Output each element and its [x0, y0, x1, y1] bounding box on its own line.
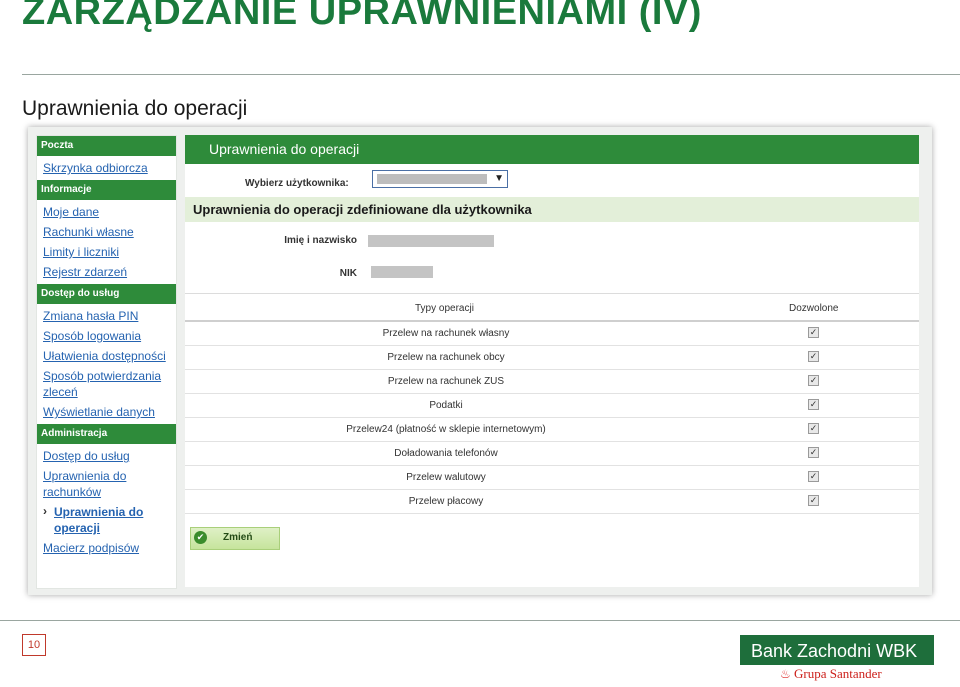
sidebar-item[interactable]: Limity i liczniki — [37, 244, 176, 260]
table-row: Przelew na rachunek własny ✓ — [185, 321, 919, 346]
operation-type: Podatki — [429, 400, 463, 411]
allowed-checkbox[interactable]: ✓ — [808, 375, 819, 386]
table-row: Przelew płacowy ✓ — [185, 489, 919, 514]
name-value — [368, 235, 494, 247]
slide-title: ZARZĄDZANIE UPRAWNIENIAMI (IV) — [22, 0, 702, 33]
table-row: Przelew walutowy ✓ — [185, 465, 919, 490]
nik-value — [371, 266, 433, 278]
operation-type: Przelew24 (płatność w sklepie internetow… — [346, 424, 546, 435]
sidebar-item[interactable]: Uprawnienia do operacji — [37, 503, 176, 536]
checkmark-icon: ✔ — [194, 531, 207, 544]
panel-title: Uprawnienia do operacji — [185, 135, 919, 164]
section-band-title: Uprawnienia do operacji zdefiniowane dla… — [185, 197, 919, 222]
operation-type: Przelew na rachunek obcy — [387, 352, 505, 363]
sidebar-item[interactable]: Rachunki własne — [37, 224, 176, 240]
user-select-label: Wybierz użytkownika: — [245, 178, 349, 189]
allowed-checkbox[interactable]: ✓ — [808, 327, 819, 338]
sidebar-section-header: Administracja — [37, 424, 176, 444]
table-row: Podatki ✓ — [185, 393, 919, 418]
user-select[interactable]: ▼ — [372, 170, 508, 188]
table-row: Przelew24 (płatność w sklepie internetow… — [185, 417, 919, 442]
sidebar-item[interactable]: Moje dane — [37, 204, 176, 220]
operation-type: Przelew na rachunek własny — [382, 328, 510, 339]
sidebar-item[interactable]: Zmiana hasła PIN — [37, 308, 176, 324]
sidebar-menu: Poczta Skrzynka odbiorcza Informacje Moje d… — [36, 135, 177, 589]
allowed-checkbox[interactable]: ✓ — [808, 399, 819, 410]
logo-group-name: Grupa Santander — [794, 666, 882, 681]
sidebar-item[interactable]: Sposób logowania — [37, 328, 176, 344]
sidebar-item[interactable]: Wyświetlanie danych — [37, 404, 176, 420]
operation-type: Przelew na rachunek ZUS — [387, 376, 505, 387]
sidebar-section-header: Poczta — [37, 136, 176, 156]
footer-divider — [0, 620, 960, 621]
sidebar-item[interactable]: Macierz podpisów — [37, 540, 176, 556]
sidebar-item[interactable]: Ułatwienia dostępności — [37, 348, 176, 364]
allowed-checkbox[interactable]: ✓ — [808, 423, 819, 434]
main-panel: Uprawnienia do operacji Wybierz użytkown… — [185, 135, 919, 587]
change-button-label: Zmień — [223, 532, 253, 543]
screenshot-frame: Poczta Skrzynka odbiorcza Informacje Moje d… — [28, 127, 932, 595]
allowed-checkbox[interactable]: ✓ — [808, 447, 819, 458]
column-header-allowed: Dozwolone — [789, 303, 839, 314]
sidebar-item[interactable]: Sposób potwierdzania zleceń — [37, 368, 176, 400]
page-number: 10 — [22, 634, 46, 656]
sidebar-item[interactable]: Dostęp do usług — [37, 448, 176, 464]
sidebar-item[interactable]: Rejestr zdarzeń — [37, 264, 176, 280]
logo-group-bar: ♨ Grupa Santander — [740, 665, 934, 684]
slide-subtitle: Uprawnienia do operacji — [22, 97, 248, 120]
table-row: Przelew na rachunek ZUS ✓ — [185, 369, 919, 394]
sidebar-section-header: Dostęp do usług — [37, 284, 176, 304]
table-row: Doładowania telefonów ✓ — [185, 441, 919, 466]
logo-bank-name: Bank Zachodni WBK — [751, 641, 918, 661]
bank-logo: Bank Zachodni WBK ♨ Grupa Santander — [740, 635, 934, 684]
user-select-value — [377, 174, 487, 184]
sidebar-item[interactable]: Uprawnienia do rachunków — [37, 468, 176, 500]
sidebar-item[interactable]: Skrzynka odbiorcza — [37, 160, 176, 176]
allowed-checkbox[interactable]: ✓ — [808, 495, 819, 506]
flame-icon: ♨ — [780, 667, 791, 681]
allowed-checkbox[interactable]: ✓ — [808, 351, 819, 362]
change-button[interactable]: ✔ Zmień — [190, 527, 280, 550]
operation-type: Doładowania telefonów — [394, 448, 498, 459]
operation-type: Przelew płacowy — [408, 496, 484, 507]
column-header-type: Typy operacji — [415, 303, 474, 314]
sidebar-section-header: Informacje — [37, 180, 176, 200]
title-divider — [22, 74, 960, 75]
allowed-checkbox[interactable]: ✓ — [808, 471, 819, 482]
table-row: Przelew na rachunek obcy ✓ — [185, 345, 919, 370]
nik-label: NIK — [339, 268, 357, 279]
operation-type: Przelew walutowy — [406, 472, 486, 483]
table-header: Typy operacji Dozwolone — [185, 293, 919, 322]
chevron-down-icon[interactable]: ▼ — [494, 173, 504, 184]
name-label: Imię i nazwisko — [284, 235, 357, 246]
